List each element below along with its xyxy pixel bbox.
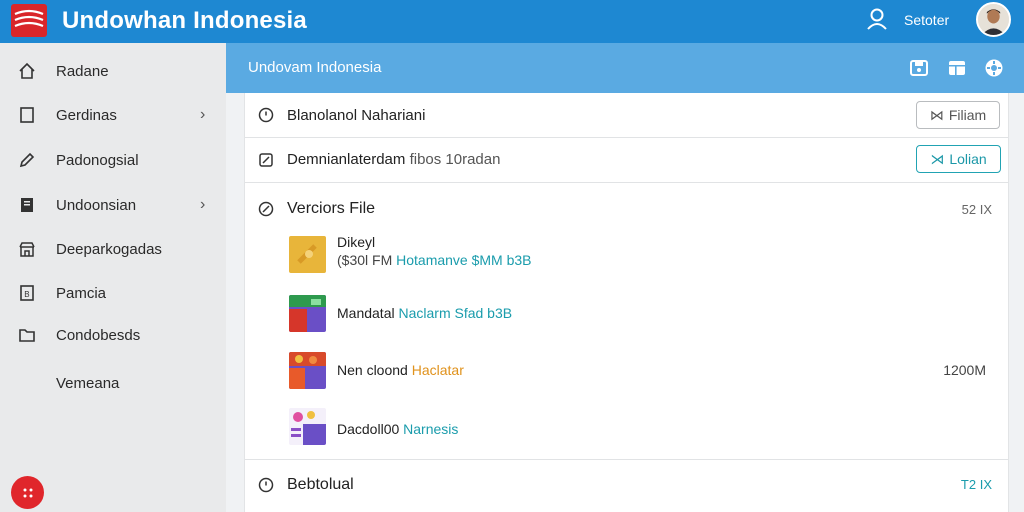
sidebar-item-label: Undoonsian (56, 196, 137, 214)
chevron-right-icon: › (200, 196, 206, 213)
versions-section: Verciors File 52 IX Dikeyl ($30l FM Hota… (245, 183, 1008, 460)
section-count: T2 IX (960, 477, 992, 492)
row-label: Demnianlaterdam fibos 10radan (287, 151, 501, 168)
content-panel: Blanolanol Nahariani ⋈ Filiam Demnianlat… (244, 93, 1009, 512)
app-logo[interactable] (11, 4, 47, 37)
sidebar-item-label: Gerdinas (56, 106, 117, 124)
settings-icon[interactable] (983, 57, 1005, 79)
tag-icon: ⋈ (929, 106, 944, 123)
svg-text:B: B (24, 290, 29, 299)
document-icon (18, 106, 36, 124)
main-header: Undovam Indonesia (226, 43, 1024, 93)
file-size: 1200M (943, 362, 986, 378)
sidebar-item-vemeana[interactable]: Vemeana (0, 363, 226, 403)
file-item[interactable]: Dikeyl ($30l FM Hotamanve $MM b3B (289, 234, 989, 276)
home-icon (18, 62, 36, 80)
pencil-icon (18, 151, 36, 169)
file-thumbnail (289, 236, 326, 273)
clock-icon (258, 477, 274, 493)
file-name: Dikeyl (337, 234, 376, 250)
filter-button[interactable]: ⋈ Filiam (916, 101, 1000, 129)
file-item[interactable]: Dacdoll00 Narnesis (289, 408, 989, 448)
list-row: Demnianlaterdam fibos 10radan ⋊ Lolian (245, 138, 1008, 183)
store-icon (18, 240, 36, 258)
file-thumbnail (289, 295, 326, 332)
section-title: Bebtolual (287, 476, 354, 493)
file-name: Dacdoll00 Narnesis (337, 421, 459, 437)
chevron-right-icon: › (200, 106, 206, 123)
avatar[interactable] (976, 2, 1011, 37)
file-thumbnail (289, 408, 326, 445)
sidebar-item-label: Radane (56, 62, 109, 80)
section-row: Bebtolual T2 IX (245, 460, 1008, 512)
file-name: Mandatal Naclarm Sfad b3B (337, 305, 513, 321)
sidebar-item-gerdinas[interactable]: Gerdinas › (0, 95, 226, 135)
edit-square-icon (258, 152, 274, 168)
page-title: Undovam Indonesia (248, 59, 382, 76)
sidebar-item-padonogsial[interactable]: Padonogsial (0, 140, 226, 180)
user-icon[interactable] (866, 7, 888, 31)
file-item[interactable]: Nen cloond Haclatar 1200M (289, 352, 989, 392)
sidebar-item-deeparkogadas[interactable]: Deeparkogadas (0, 229, 226, 269)
top-bar: Undowhan Indonesia Setoter (0, 0, 1024, 43)
save-icon[interactable] (908, 57, 930, 79)
sidebar-item-label: Condobesds (56, 326, 141, 344)
sidebar-item-pamcia[interactable]: B Pamcia (0, 273, 226, 313)
sidebar-item-label: Padonogsial (56, 151, 139, 169)
list-row: Blanolanol Nahariani ⋈ Filiam (245, 93, 1008, 138)
grid-dots-icon (23, 488, 32, 497)
send-icon: ⋊ (930, 150, 945, 167)
sidebar-item-radane[interactable]: Radane (0, 51, 226, 91)
row-label: Blanolanol Nahariani (287, 107, 426, 124)
file-b-icon: B (18, 284, 36, 302)
file-thumbnail (289, 352, 326, 389)
apps-fab-button[interactable] (11, 476, 44, 509)
sidebar-item-label: Deeparkogadas (56, 240, 162, 258)
columns-icon[interactable] (946, 57, 968, 79)
sidebar-item-undoonsian[interactable]: Undoonsian › (0, 185, 226, 225)
section-title: Verciors File (287, 200, 376, 217)
app-title: Undowhan Indonesia (62, 7, 307, 34)
file-item[interactable]: Mandatal Naclarm Sfad b3B (289, 295, 989, 335)
refresh-icon (258, 201, 274, 217)
file-name: Nen cloond Haclatar (337, 362, 464, 378)
sidebar-item-label: Vemeana (56, 374, 120, 392)
clock-icon (258, 107, 274, 123)
file-meta: ($30l FM Hotamanve $MM b3B (337, 252, 532, 268)
sidebar-item-label: Pamcia (56, 284, 107, 302)
section-count: 52 IX (961, 202, 992, 217)
action-button[interactable]: ⋊ Lolian (916, 145, 1001, 173)
folder-icon (18, 326, 36, 344)
sidebar: Radane Gerdinas › Padonogsial Undoonsian… (0, 43, 226, 512)
book-icon (18, 196, 36, 214)
sidebar-item-condobesds[interactable]: Condobesds (0, 315, 226, 355)
user-name[interactable]: Setoter (904, 12, 949, 28)
